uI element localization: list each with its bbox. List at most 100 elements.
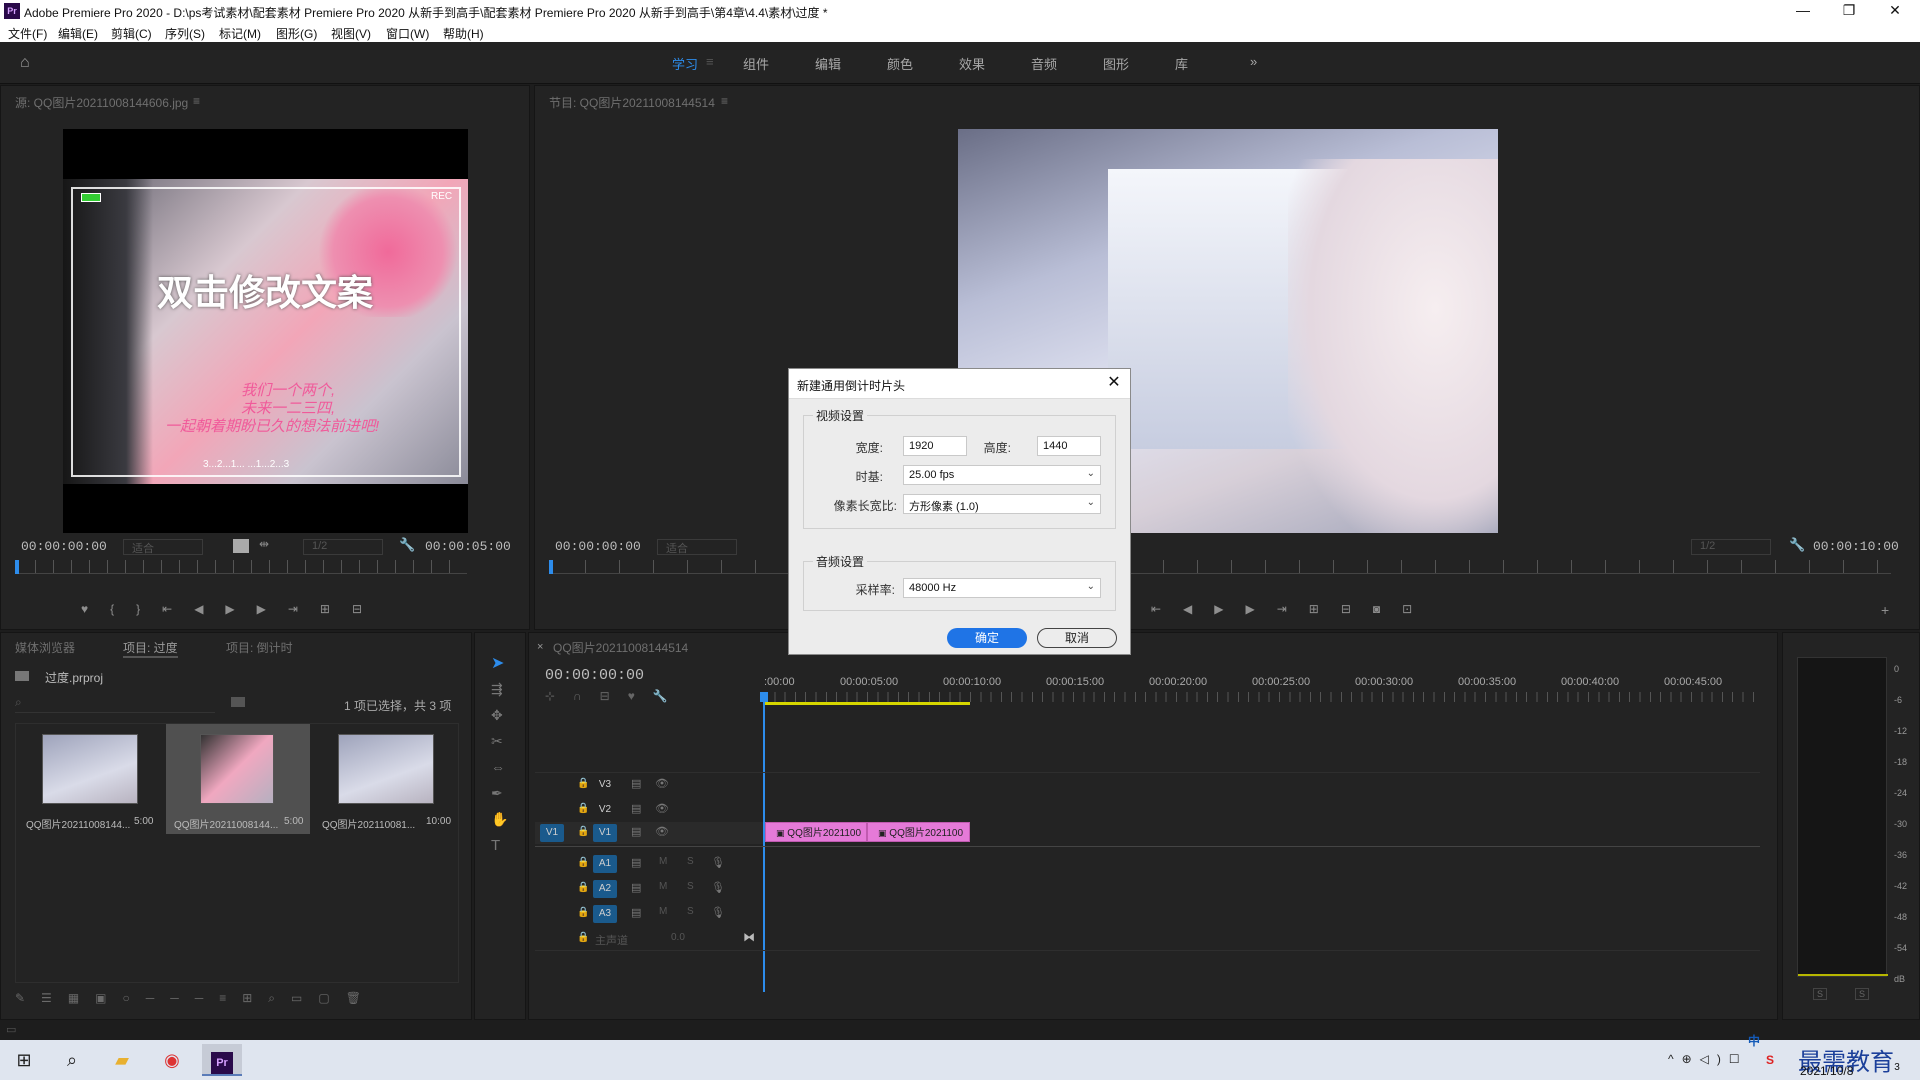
close-timeline-tab-icon[interactable]: ×: [537, 641, 543, 653]
project-bottom-toolbar[interactable]: ✎☰▦▣○───≡⊞⌕▭▢🗑: [15, 991, 455, 1009]
program-panel-menu-icon[interactable]: ≡: [721, 94, 728, 108]
solo-button[interactable]: S: [687, 906, 694, 917]
pen-tool-icon[interactable]: ✒: [491, 785, 503, 802]
track-label-a1[interactable]: A1: [593, 855, 617, 873]
timeline-clip[interactable]: ▣ QQ图片2021100: [765, 822, 867, 842]
workspace-graphics[interactable]: 图形: [1103, 54, 1129, 73]
program-playhead[interactable]: [549, 560, 553, 574]
sync-icon[interactable]: ▤: [631, 906, 641, 919]
panel-menu-icon[interactable]: ≡: [193, 94, 200, 108]
wrench-icon[interactable]: 🔧: [399, 537, 415, 553]
menu-file[interactable]: 文件(F): [8, 25, 47, 42]
mute-button[interactable]: M: [659, 881, 667, 892]
tab-media-browser[interactable]: 媒体浏览器: [15, 639, 75, 656]
lock-icon[interactable]: 🔒: [577, 882, 589, 893]
program-scrubber[interactable]: [551, 560, 1891, 574]
workspace-editing[interactable]: 编辑: [815, 54, 841, 73]
menu-window[interactable]: 窗口(W): [386, 25, 429, 42]
timeline-tab[interactable]: QQ图片20211008144514: [553, 639, 688, 656]
track-label-a3[interactable]: A3: [593, 905, 617, 923]
timeline-toolbar[interactable]: ⊹∩⊟♥🔧: [545, 689, 685, 705]
system-tray-icons[interactable]: ^⊕◁)☐: [1668, 1052, 1748, 1066]
timeline-clip[interactable]: ▣ QQ图片2021100: [867, 822, 970, 842]
dialog-close-icon[interactable]: ✕: [1104, 373, 1124, 393]
track-label-v1[interactable]: V1: [593, 824, 617, 842]
workspace-learn[interactable]: 学习: [672, 54, 698, 73]
tab-project-transition[interactable]: 项目: 过度: [123, 639, 178, 658]
microphone-icon[interactable]: 🎙: [711, 856, 725, 869]
meter-solo-button[interactable]: S: [1813, 988, 1828, 1000]
workspace-overflow-icon[interactable]: »: [1250, 54, 1257, 69]
timeline-playhead-handle[interactable]: [760, 692, 768, 702]
sync-icon[interactable]: ▤: [631, 881, 641, 894]
workspace-menu-icon[interactable]: ≡: [706, 54, 714, 69]
program-add-button-icon[interactable]: +: [1881, 602, 1889, 618]
source-transport-controls[interactable]: ♥{}⇤◀▶▶⇥⊞⊟: [81, 602, 481, 620]
eye-icon[interactable]: 👁: [655, 777, 669, 790]
hand-tool-icon[interactable]: ✋: [491, 811, 508, 828]
lock-icon[interactable]: 🔒: [577, 907, 589, 918]
ime-mode[interactable]: 中: [1748, 1032, 1760, 1049]
type-tool-icon[interactable]: T: [491, 837, 500, 854]
workspace-effects[interactable]: 效果: [959, 54, 985, 73]
sync-icon[interactable]: ▤: [631, 777, 641, 790]
home-icon[interactable]: ⌂: [20, 54, 38, 72]
notification-count[interactable]: 3: [1888, 1062, 1906, 1078]
source-timecode-in[interactable]: 00:00:00:00: [21, 539, 107, 554]
premiere-taskbar-icon[interactable]: Pr: [202, 1044, 242, 1076]
lock-icon[interactable]: 🔒: [577, 803, 589, 814]
search-icon[interactable]: ⌕: [52, 1044, 92, 1076]
eye-icon[interactable]: 👁: [655, 825, 669, 838]
project-search-input[interactable]: ⌕: [15, 695, 215, 713]
mute-button[interactable]: M: [659, 856, 667, 867]
cancel-button[interactable]: 取消: [1037, 628, 1117, 648]
program-transport-controls[interactable]: ⇤◀▶▶⇥⊞⊟◙⊡: [1151, 602, 1651, 620]
program-fit-dropdown[interactable]: 适合: [657, 539, 737, 555]
close-window-button[interactable]: ✕: [1872, 0, 1918, 22]
work-area-bar[interactable]: [764, 702, 970, 705]
sync-icon[interactable]: ▤: [631, 856, 641, 869]
minimize-button[interactable]: —: [1780, 0, 1826, 22]
ok-button[interactable]: 确定: [947, 628, 1027, 648]
source-playhead[interactable]: [15, 560, 19, 574]
sogou-ime-icon[interactable]: S: [1766, 1053, 1774, 1067]
track-select-tool-icon[interactable]: ⇶: [491, 681, 503, 698]
program-wrench-icon[interactable]: 🔧: [1789, 537, 1805, 553]
track-label-v3[interactable]: V3: [593, 776, 617, 794]
menu-edit[interactable]: 编辑(E): [58, 25, 98, 42]
sync-icon[interactable]: ▤: [631, 825, 641, 838]
solo-button[interactable]: S: [687, 856, 694, 867]
source-patch-v1[interactable]: V1: [540, 824, 564, 842]
project-item-thumb[interactable]: [42, 734, 138, 804]
mute-button[interactable]: M: [659, 906, 667, 917]
workspace-color[interactable]: 颜色: [887, 54, 913, 73]
razor-tool-icon[interactable]: ✂: [491, 733, 503, 750]
restore-button[interactable]: ❐: [1826, 0, 1872, 22]
menu-view[interactable]: 视图(V): [331, 25, 371, 42]
selection-tool-icon[interactable]: ➤: [491, 653, 504, 673]
project-item-thumb[interactable]: [200, 734, 274, 804]
menu-sequence[interactable]: 序列(S): [165, 25, 205, 42]
microphone-icon[interactable]: 🎙: [711, 881, 725, 894]
workspace-assembly[interactable]: 组件: [743, 54, 769, 73]
source-fit-dropdown[interactable]: 适合: [123, 539, 203, 555]
insert-icon[interactable]: ⇹: [259, 537, 269, 551]
menu-graphics[interactable]: 图形(G): [276, 25, 317, 42]
source-resolution-dropdown[interactable]: 1/2: [303, 539, 383, 555]
sync-icon[interactable]: ▤: [631, 802, 641, 815]
eye-icon[interactable]: 👁: [655, 802, 669, 815]
lock-icon[interactable]: 🔒: [577, 778, 589, 789]
program-timecode-in[interactable]: 00:00:00:00: [555, 539, 641, 554]
source-monitor-title[interactable]: 源: QQ图片20211008144606.jpg: [15, 94, 188, 111]
microphone-icon[interactable]: 🎙: [711, 906, 725, 919]
timeline-timecode[interactable]: 00:00:00:00: [545, 667, 644, 684]
workspace-audio[interactable]: 音频: [1031, 54, 1057, 73]
timebase-select[interactable]: 25.00 fps ⌄: [903, 465, 1101, 485]
track-label-a2[interactable]: A2: [593, 880, 617, 898]
windows-start-icon[interactable]: ⊞: [4, 1044, 44, 1076]
export-frame-icon[interactable]: [233, 539, 249, 553]
lock-icon[interactable]: 🔒: [577, 857, 589, 868]
project-item-thumb[interactable]: [338, 734, 434, 804]
pixel-aspect-select[interactable]: 方形像素 (1.0) ⌄: [903, 494, 1101, 514]
master-volume-value[interactable]: 0.0: [671, 932, 685, 943]
